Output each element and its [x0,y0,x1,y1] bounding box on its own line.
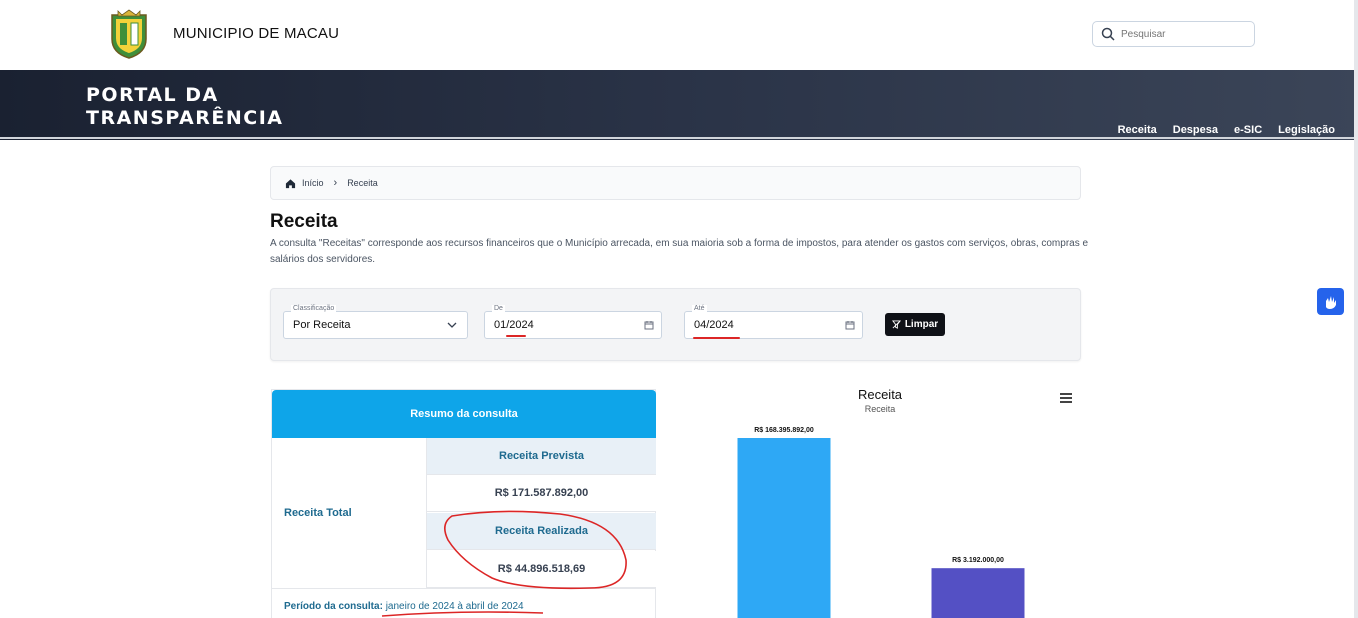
banner-divider [0,137,1358,139]
portal-title[interactable]: PORTAL DA TRANSPARÊNCIA [86,84,284,130]
date-to-field[interactable]: Até 04/2024 [684,305,863,339]
top-bar: MUNICIPIO DE MACAU [0,0,1358,70]
nav-despesa[interactable]: Despesa [1173,124,1218,136]
date-from-value: 01/2024 [494,319,534,331]
main-nav: Receita Despesa e-SIC Legislação [1118,124,1335,136]
nav-receita[interactable]: Receita [1118,124,1157,136]
page-description: A consulta "Receitas" corresponde aos re… [270,238,1089,265]
municipality-crest-icon[interactable] [108,9,150,59]
calendar-icon[interactable] [845,320,855,330]
receita-prevista-label: Receita Prevista [427,438,656,475]
filter-clear-icon [891,320,901,329]
chart-bar-2[interactable] [931,568,1025,618]
date-to-value: 04/2024 [694,319,734,331]
receita-prevista-value: R$ 171.587.892,00 [427,475,656,512]
page-title: Receita [270,211,338,232]
sign-language-icon [1325,295,1336,309]
scrollbar[interactable] [1354,0,1358,618]
search-input[interactable] [1121,28,1241,40]
annotation-underline-de [506,335,526,337]
chart-plot: R$ 168.395.892,00 R$ 3.192.000,00 [737,427,1025,618]
portal-title-line2: TRANSPARÊNCIA [86,107,284,129]
chevron-down-icon [447,322,457,328]
classificacao-label: Classificação [291,305,337,312]
periodo-label: Período da consulta: [284,601,383,612]
search-box[interactable] [1092,21,1255,47]
home-icon[interactable] [285,178,296,189]
classificacao-select[interactable]: Classificação Por Receita [283,305,468,339]
breadcrumb-current: Receita [347,178,378,188]
search-icon [1101,27,1115,41]
receita-chart: Receita Receita R$ 168.395.892,00 R$ 3.19… [680,382,1080,618]
summary-table: Resumo da consulta Receita Total Receita… [271,389,656,618]
chart-bar-label-1: R$ 168.395.892,00 [754,427,814,434]
chevron-right-icon: › [333,177,338,189]
page-root: MUNICIPIO DE MACAU PORTAL DA TRANSPARÊNC… [0,0,1358,618]
clear-filters-button[interactable]: Limpar [885,313,945,336]
nav-esic[interactable]: e-SIC [1234,124,1262,136]
date-from-label: De [492,305,505,312]
nav-legislacao[interactable]: Legislação [1278,124,1335,136]
clear-filters-label: Limpar [904,319,939,330]
periodo-consulta: Período da consulta: janeiro de 2024 à a… [272,588,656,618]
filter-panel: Classificação Por Receita De 01/2024 Até… [270,288,1081,361]
accessibility-button[interactable] [1317,288,1344,315]
classificacao-value: Por Receita [293,319,351,331]
municipality-name: MUNICIPIO DE MACAU [173,25,340,42]
receita-total-label: Receita Total [272,438,427,588]
breadcrumb-home[interactable]: Início [302,178,324,188]
receita-realizada-value: R$ 44.896.518,69 [427,551,656,588]
summary-header: Resumo da consulta [272,390,656,438]
calendar-icon[interactable] [644,320,654,330]
chart-bar-label-2: R$ 3.192.000,00 [952,557,1004,564]
annotation-underline-ate [693,337,740,339]
periodo-value: janeiro de 2024 à abril de 2024 [385,601,524,612]
breadcrumb: Início › Receita [270,166,1081,200]
portal-title-line1: PORTAL DA [86,84,219,106]
chart-bar-1[interactable] [737,438,831,618]
receita-realizada-label: Receita Realizada [427,513,656,550]
date-to-label: Até [692,305,707,312]
